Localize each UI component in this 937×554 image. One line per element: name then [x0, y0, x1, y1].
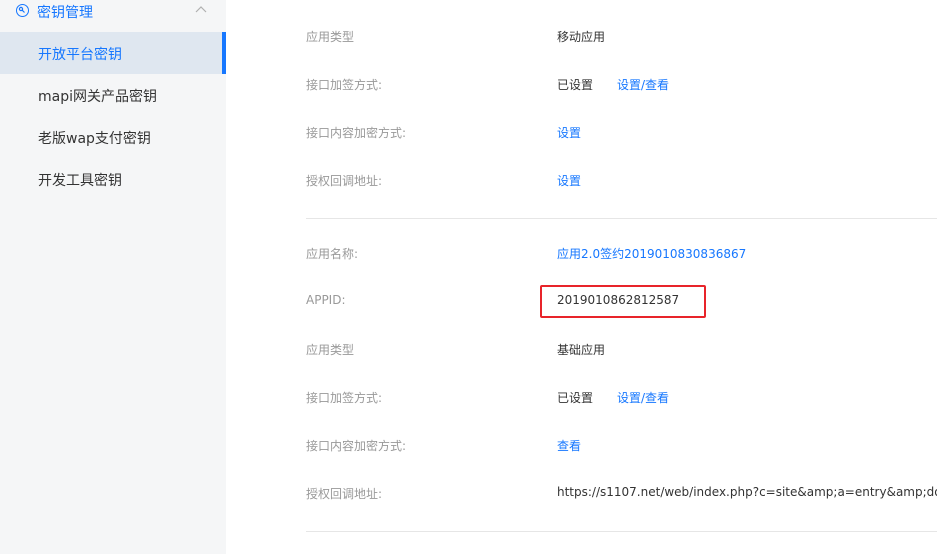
app-name-link[interactable]: 应用2.0签约2019010830836867: [557, 245, 746, 262]
sign-method-status: 已设置: [557, 78, 594, 92]
app-name-label: 应用名称:: [306, 247, 359, 261]
encrypt-method-link[interactable]: 设置: [557, 124, 581, 141]
sign-method-link[interactable]: 设置/查看: [617, 389, 669, 406]
app-type-row: 应用类型 基础应用: [306, 338, 937, 358]
sign-method-label: 接口加签方式:: [306, 78, 383, 92]
callback-url-label: 授权回调地址:: [306, 174, 383, 188]
sign-method-row: 接口加签方式: 已设置 设置/查看: [306, 386, 937, 406]
app-type-value: 基础应用: [557, 343, 606, 357]
app-type-value: 移动应用: [557, 30, 606, 44]
sidebar-item-label: 开发工具密钥: [38, 173, 122, 189]
callback-url-row: 授权回调地址: https://s1107.net/web/index.php?…: [306, 482, 937, 502]
encrypt-method-row: 接口内容加密方式: 设置: [306, 121, 937, 141]
sidebar-item-dev-tool-key[interactable]: 开发工具密钥: [0, 158, 226, 200]
encrypt-method-row: 接口内容加密方式: 查看: [306, 434, 937, 454]
sidebar-item-open-platform-key[interactable]: 开放平台密钥: [0, 32, 226, 74]
key-icon: [16, 4, 29, 17]
app-name-row: 应用名称: 应用2.0签约2019010830836867: [306, 242, 937, 262]
callback-url-label: 授权回调地址:: [306, 487, 383, 501]
sign-method-row: 接口加签方式: 已设置 设置/查看: [306, 73, 937, 93]
sidebar-item-label: 老版wap支付密钥: [38, 131, 151, 147]
callback-url-link[interactable]: 设置: [557, 172, 581, 189]
sidebar-item-mapi-gateway-key[interactable]: mapi网关产品密钥: [0, 74, 226, 116]
chevron-up-icon[interactable]: [195, 5, 207, 13]
sign-method-link[interactable]: 设置/查看: [617, 76, 669, 93]
appid-highlight-box: [540, 285, 706, 318]
app-type-row: 应用类型 移动应用: [306, 25, 937, 45]
encrypt-method-label: 接口内容加密方式:: [306, 439, 407, 453]
sidebar: 密钥管理 开放平台密钥 mapi网关产品密钥 老版wap支付密钥 开发工具密钥: [0, 0, 226, 554]
section-divider: [306, 531, 937, 532]
sidebar-group-key-management[interactable]: 密钥管理: [0, 0, 226, 27]
sidebar-item-old-wap-key[interactable]: 老版wap支付密钥: [0, 116, 226, 158]
encrypt-method-link[interactable]: 查看: [557, 437, 581, 454]
callback-url-row: 授权回调地址: 设置: [306, 169, 937, 189]
sign-method-label: 接口加签方式:: [306, 391, 383, 405]
section-divider: [306, 218, 937, 219]
sidebar-group-label: 密钥管理: [37, 5, 93, 21]
sign-method-status: 已设置: [557, 391, 594, 405]
encrypt-method-label: 接口内容加密方式:: [306, 126, 407, 140]
main-content: 应用类型 移动应用 接口加签方式: 已设置 设置/查看 接口内容加密方式: 设置…: [226, 0, 937, 554]
sidebar-item-label: 开放平台密钥: [38, 47, 122, 63]
app-type-label: 应用类型: [306, 30, 355, 44]
app-type-label: 应用类型: [306, 343, 355, 357]
callback-url-value: https://s1107.net/web/index.php?c=site&a…: [557, 485, 937, 499]
appid-label: APPID:: [306, 293, 346, 307]
sidebar-item-label: mapi网关产品密钥: [38, 89, 157, 105]
